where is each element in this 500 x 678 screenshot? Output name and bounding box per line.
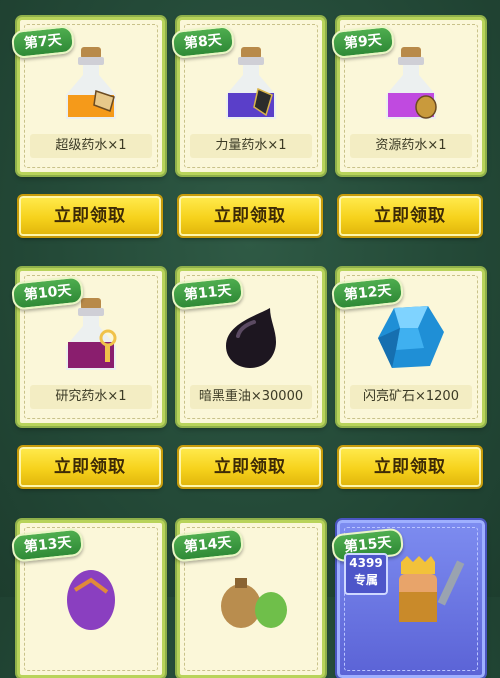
reward-card-day10: 第10天 研究药水×1 (10, 268, 165, 426)
item-label: 研究药水×1 (30, 385, 152, 409)
reward-card-day9: 第9天 资源药水×1 (330, 17, 485, 175)
reward-card-day12: 第12天 闪亮矿石×1200 (330, 268, 485, 426)
purple-egg-icon (20, 553, 162, 637)
reward-card-day13: 第13天 (10, 520, 165, 678)
item-label: 超级药水×1 (30, 134, 152, 158)
claim-button-day7[interactable]: 立即领取 (19, 196, 161, 236)
reward-card-day11: 第11天 暗黑重油×30000 (170, 268, 325, 426)
item-label: 暗黑重油×30000 (190, 385, 312, 409)
claim-button-day10[interactable]: 立即领取 (19, 447, 161, 487)
claim-button-day9[interactable]: 立即领取 (339, 196, 481, 236)
reward-card-day8: 第8天 力量药水×1 (170, 17, 325, 175)
claim-button-day12[interactable]: 立即领取 (339, 447, 481, 487)
reward-card-day14: 第14天 (170, 520, 325, 678)
reward-card-day7: 第7天 超级药水×1 (10, 17, 165, 175)
item-label: 闪亮矿石×1200 (350, 385, 472, 409)
item-label: 资源药水×1 (350, 134, 472, 158)
claim-button-day11[interactable]: 立即领取 (179, 447, 321, 487)
item-label: 力量药水×1 (190, 134, 312, 158)
reward-card-day15: 第15天 4399 专属 (330, 520, 485, 678)
loot-sack-icon (180, 553, 322, 637)
super-potion-icon (20, 44, 162, 128)
power-potion-icon (180, 44, 322, 128)
exclusive-4399-badge: 4399 专属 (344, 553, 388, 595)
claim-button-day8[interactable]: 立即领取 (179, 196, 321, 236)
resource-potion-icon (340, 44, 482, 128)
